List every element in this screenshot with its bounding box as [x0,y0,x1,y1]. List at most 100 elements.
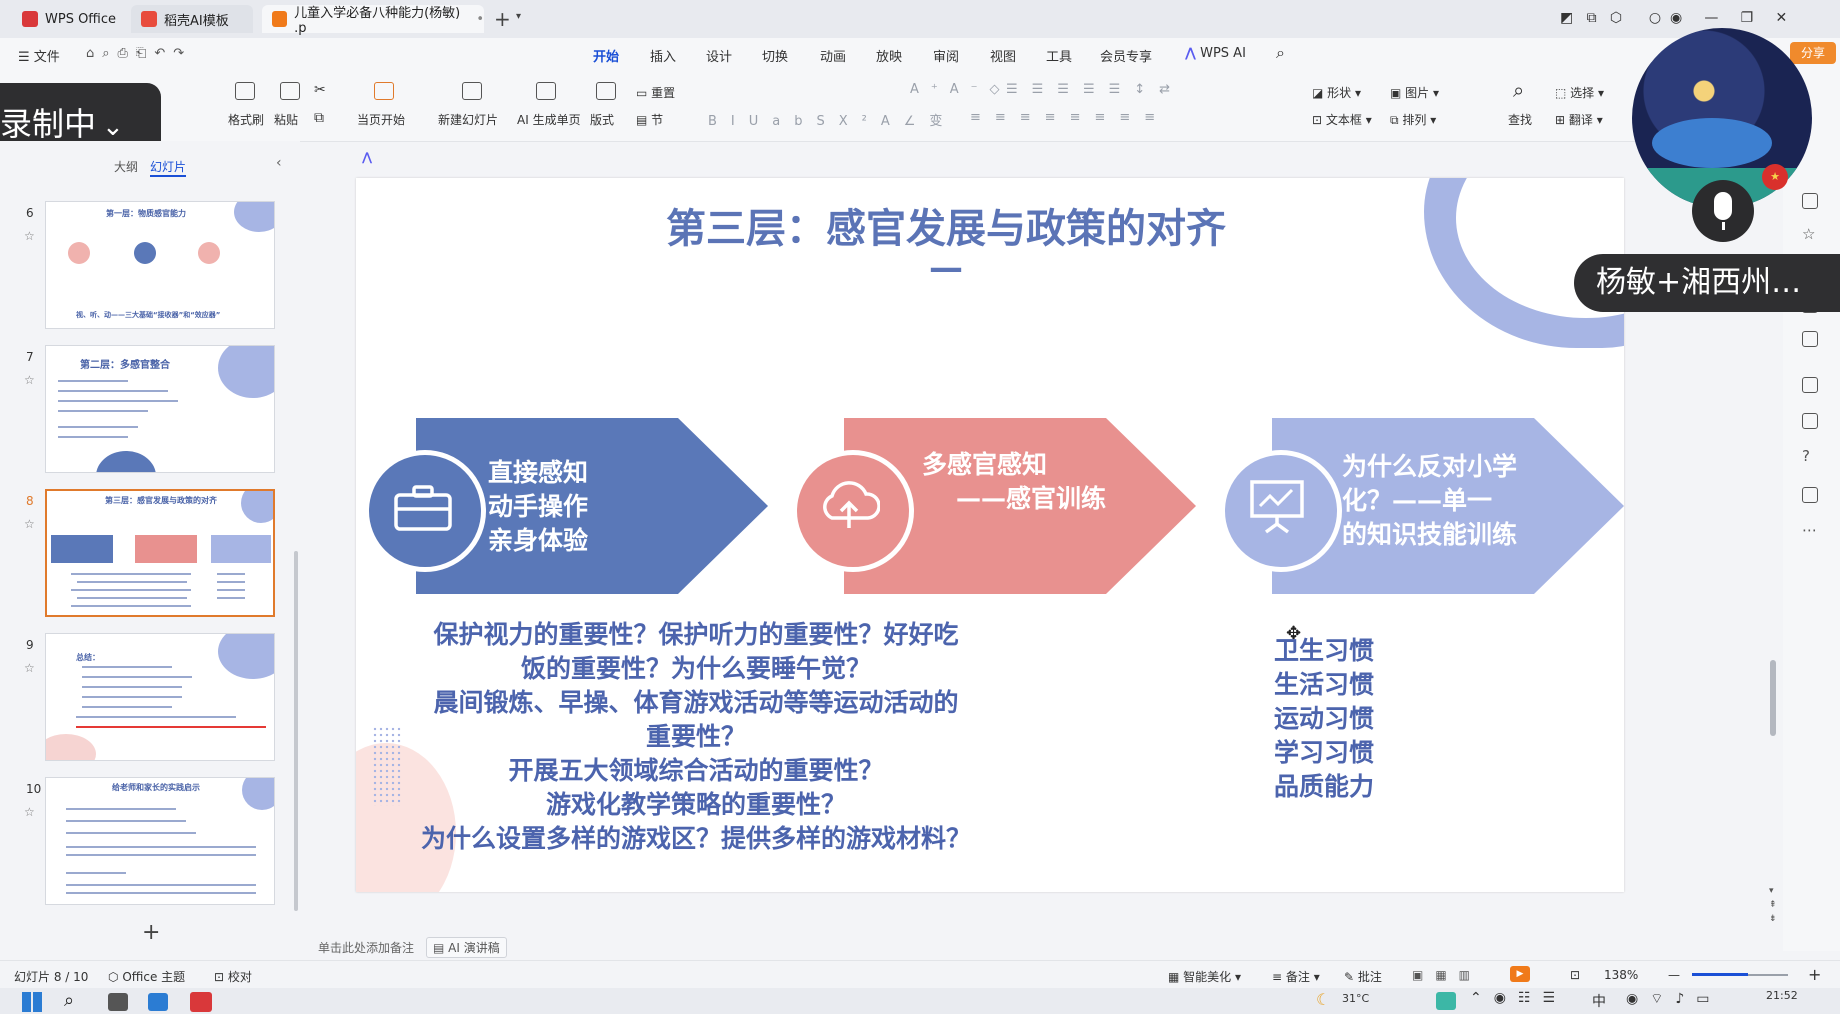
search-icon[interactable]: ⌕ [64,990,74,1011]
help-icon[interactable]: ? [1802,447,1810,465]
tab-member[interactable]: 会员专享 [1100,46,1152,65]
tab-tools[interactable]: 工具 [1046,46,1072,65]
picture-button[interactable]: ▣ 图片 ▾ [1390,84,1439,101]
tab-slides[interactable]: 幻灯片 [150,158,187,177]
star-icon[interactable]: ☆ [24,661,35,675]
editor-scrollbar[interactable] [1770,660,1776,736]
paste-button[interactable]: 粘贴 [274,111,298,128]
app-icon[interactable] [148,993,168,1011]
tab-list-chevron-icon[interactable]: ▾ [516,11,521,22]
decor-shape [218,346,274,398]
new-slide-button[interactable]: 新建幻灯片 [438,111,498,128]
input-language[interactable]: 中 [1592,991,1606,1011]
select-button[interactable]: ⬚ 选择 ▾ [1555,84,1604,101]
shirt-icon[interactable] [1802,331,1818,347]
comment-toggle-button[interactable]: ✎ 批注 [1344,968,1382,985]
section-button[interactable]: ▤ 节 [636,111,663,128]
tab-insert[interactable]: 插入 [650,46,676,65]
tray-app-icon[interactable] [1436,992,1456,1010]
theme-button[interactable]: ⬡ Office 主题 [108,968,185,985]
tab-slideshow[interactable]: 放映 [876,46,902,65]
slide-canvas[interactable]: 第三层：感官发展与政策的对齐 — 直接感知 动手操作 亲身体验 多感官感知 ——… [356,178,1624,892]
textbox-button[interactable]: ⊡ 文本框 ▾ [1312,111,1372,128]
more-icon[interactable]: ⋯ [1802,521,1817,539]
zoom-in-icon[interactable]: + [1808,965,1821,984]
layout-button[interactable]: 版式 [590,111,614,128]
shape-button[interactable]: ◪ 形状 ▾ [1312,84,1361,101]
view-mode-icons[interactable]: ▣▦▥ [1412,968,1482,982]
star-icon[interactable]: ☆ [24,229,35,243]
play-slideshow-icon[interactable]: ▶ [1510,966,1530,982]
proofread-button[interactable]: ⊡ 校对 [214,968,252,985]
slide-thumbnail-8-selected[interactable]: 第三层：感官发展与政策的对齐 [45,489,275,617]
find-button[interactable]: 查找 [1508,111,1532,128]
tab-animation[interactable]: 动画 [820,46,846,65]
habit-item: 品质能力 [1274,772,1375,801]
tab-view[interactable]: 视图 [990,46,1016,65]
reset-button[interactable]: ▭ 重置 [636,84,675,101]
format-painter-button[interactable]: 格式刷 [228,111,264,128]
alignment-icons[interactable]: ≡≡≡≡≡≡≡≡ [970,110,1169,125]
slide-thumbnail-9[interactable]: 总结： [45,633,275,761]
page-nav-icons[interactable]: ▾ ⇞ ⇟ [1769,884,1777,926]
slide-thumbnail-10[interactable]: 给老师和家长的实践启示 [45,777,275,905]
task-view-icon[interactable] [108,993,128,1011]
fit-window-icon[interactable]: ⊡ [1570,968,1580,982]
system-tray-icons[interactable]: ◉⌔♪▭ [1626,990,1722,1008]
tab-outline[interactable]: 大纲 [114,158,138,175]
file-menu[interactable]: ☰ 文件 [18,46,60,65]
reset-icon: ▭ [636,86,648,100]
copy-icon[interactable]: ⧉ [314,110,324,126]
ai-generate-page-button[interactable]: AI 生成单页 [517,111,581,128]
tab-docer-ai[interactable]: 稻壳AI模板 [131,5,253,33]
collapse-panel-icon[interactable]: ‹ [276,155,282,171]
slide-thumbnail-6[interactable]: 第一层：物质感官能力 视、听、动——三大基础“接收器”和“效应器” [45,201,275,329]
tab-wps-ai[interactable]: ⋀ WPS AI [1185,46,1246,61]
tab-review[interactable]: 审阅 [933,46,959,65]
thumbnail-scrollbar[interactable] [294,551,298,911]
share-button[interactable]: 分享 [1790,42,1836,64]
star-icon[interactable]: ☆ [24,805,35,819]
star-icon[interactable]: ☆ [24,373,35,387]
quick-access-icons[interactable]: ⌂⌕⎙⎗↶↷ [86,46,192,61]
format-painter-icon [235,82,255,100]
play-from-current-button[interactable]: 当页开始 [357,111,405,128]
image-icon[interactable] [1802,377,1818,393]
add-notes-placeholder[interactable]: 单击此处添加备注 [318,939,414,956]
wps-ai-float-icon[interactable]: ⋀ [362,150,372,164]
thumb-number: 10 [26,782,42,796]
cut-icon[interactable]: ✂ [314,82,326,98]
tab-current-document[interactable]: 儿童入学必备八种能力(杨敏) .p • [262,5,484,36]
list-icons[interactable]: ☰☰☰☰☰↕⇄ [1006,82,1184,97]
tab-transition[interactable]: 切换 [762,46,788,65]
comment-icon[interactable] [1802,487,1818,503]
new-tab-icon[interactable]: + [494,7,511,31]
translate-button[interactable]: ⊞ 翻译 ▾ [1555,111,1603,128]
microphone-button[interactable] [1692,180,1754,242]
star-icon[interactable]: ☆ [24,517,35,531]
search-icon[interactable]: ⌕ [1276,43,1285,63]
arrange-button[interactable]: ⧉ 排列 ▾ [1390,111,1436,128]
windows-start-icon[interactable] [22,992,42,1012]
comment-icon: ✎ [1344,970,1355,984]
zoom-out-icon[interactable]: — [1668,968,1680,982]
ai-script-button[interactable]: ▤ AI 演讲稿 [426,937,507,958]
tab-home[interactable]: 开始 [593,46,620,70]
thumb-number: 7 [26,350,34,364]
font-size-icons[interactable]: A⁺A⁻◇ [910,82,1012,97]
zoom-level[interactable]: 138% [1604,968,1638,982]
decor-shape [234,202,274,232]
search-doc-icon[interactable] [1802,413,1818,429]
smart-beautify-button[interactable]: ▦ 智能美化 ▾ [1168,968,1241,985]
wps-taskbar-icon[interactable] [190,992,212,1012]
star-icon[interactable]: ☆ [1802,225,1815,243]
add-slide-button[interactable]: + [142,920,160,945]
font-format-icons[interactable]: BIUabSX²A∠变 [708,110,956,129]
box3-line-2: 化？——单一 [1342,486,1493,515]
tab-design[interactable]: 设计 [706,46,732,65]
slide-thumbnail-7[interactable]: 第二层：多感官整合 [45,345,275,473]
notes-bar: 单击此处添加备注 ▤ AI 演讲稿 [300,936,1783,958]
tray-icons[interactable]: ⌃◉☷☰ [1470,990,1567,1006]
tab-wps-office[interactable]: WPS Office [12,5,127,33]
notes-toggle-button[interactable]: ≡ 备注 ▾ [1272,968,1320,985]
